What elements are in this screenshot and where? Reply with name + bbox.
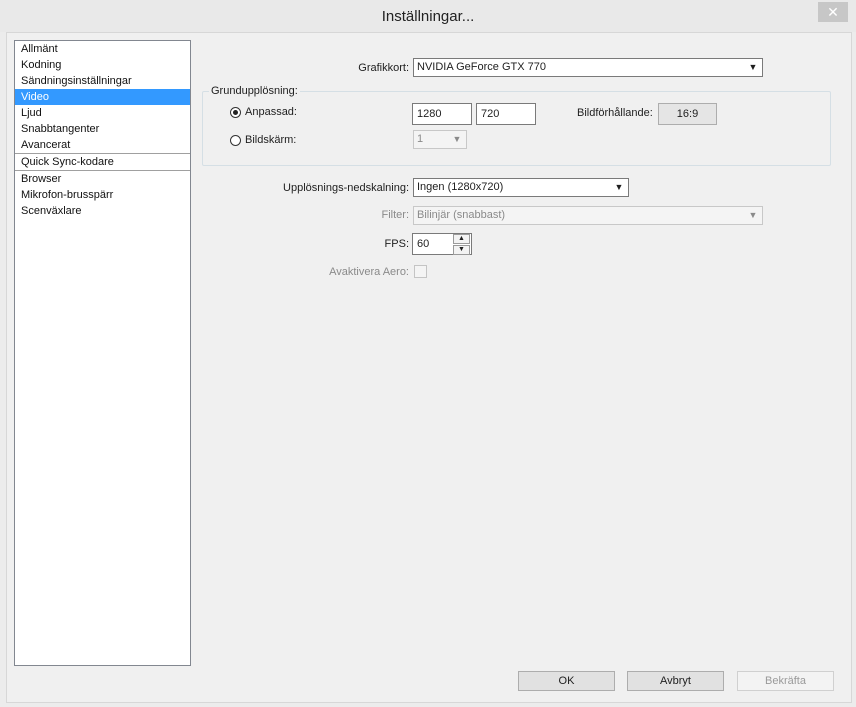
settings-category-list: Allmänt Kodning Sändningsinställningar V… xyxy=(14,40,191,666)
monitor-resolution-label: Bildskärm: xyxy=(245,134,297,146)
downscale-select-value: Ingen (1280x720) xyxy=(417,181,504,193)
spin-down-icon[interactable]: ▼ xyxy=(453,245,470,255)
nav-item-mikrofon-brusspärr[interactable]: Mikrofon-brusspärr xyxy=(15,187,190,203)
apply-button[interactable]: Bekräfta xyxy=(737,671,834,691)
monitor-resolution-radio[interactable] xyxy=(230,135,241,146)
nav-item-snabbtangenter[interactable]: Snabbtangenter xyxy=(15,121,190,137)
dialog-content: Allmänt Kodning Sändningsinställningar V… xyxy=(6,32,852,703)
cancel-button[interactable]: Avbryt xyxy=(627,671,724,691)
gpu-select-value: NVIDIA GeForce GTX 770 xyxy=(417,61,546,73)
ok-button[interactable]: OK xyxy=(518,671,615,691)
aero-checkbox[interactable] xyxy=(414,265,427,278)
height-input[interactable]: 720 xyxy=(476,103,536,125)
base-resolution-legend: Grundupplösning: xyxy=(209,85,300,97)
width-value: 1280 xyxy=(417,108,442,120)
width-input[interactable]: 1280 xyxy=(412,103,472,125)
settings-window: Inställningar... ✕ Allmänt Kodning Sändn… xyxy=(0,0,856,707)
filter-label: Filter: xyxy=(381,209,410,221)
gpu-select[interactable]: NVIDIA GeForce GTX 770 ▼ xyxy=(413,58,763,77)
chevron-down-icon: ▼ xyxy=(748,210,758,220)
custom-resolution-label: Anpassad: xyxy=(245,106,297,118)
monitor-select-value: 1 xyxy=(417,133,424,145)
gpu-label: Grafikkort: xyxy=(358,62,409,74)
chevron-down-icon: ▼ xyxy=(748,62,758,72)
window-title: Inställningar... xyxy=(381,8,475,25)
nav-item-avancerat[interactable]: Avancerat xyxy=(15,137,190,153)
aero-label: Avaktivera Aero: xyxy=(329,266,409,278)
filter-select-value: Bilinjär (snabbast) xyxy=(417,209,506,221)
monitor-select[interactable]: 1 ▼ xyxy=(413,130,467,149)
fps-label: FPS: xyxy=(384,238,409,250)
title-bar: Inställningar... ✕ xyxy=(0,0,856,32)
aspect-ratio-value: 16:9 xyxy=(658,103,717,125)
aspect-ratio-label: Bildförhållande: xyxy=(577,107,653,119)
fps-value: 60 xyxy=(417,238,430,250)
chevron-down-icon: ▼ xyxy=(614,182,624,192)
filter-select[interactable]: Bilinjär (snabbast) ▼ xyxy=(413,206,763,225)
nav-item-browser[interactable]: Browser xyxy=(15,170,190,187)
nav-item-quick-sync[interactable]: Quick Sync-kodare xyxy=(15,153,190,170)
downscale-select[interactable]: Ingen (1280x720) ▼ xyxy=(413,178,629,197)
nav-item-ljud[interactable]: Ljud xyxy=(15,105,190,121)
nav-item-sandningsinstallningar[interactable]: Sändningsinställningar xyxy=(15,73,190,89)
spin-up-icon[interactable]: ▲ xyxy=(453,234,470,244)
fps-stepper[interactable]: ▲ ▼ xyxy=(453,234,470,255)
nav-item-scenvaxlare[interactable]: Scenväxlare xyxy=(15,203,190,219)
custom-resolution-radio[interactable] xyxy=(230,107,241,118)
nav-item-video[interactable]: Video xyxy=(15,89,190,105)
nav-item-kodning[interactable]: Kodning xyxy=(15,57,190,73)
chevron-down-icon: ▼ xyxy=(452,134,462,144)
nav-item-allmant[interactable]: Allmänt xyxy=(15,41,190,57)
close-button[interactable]: ✕ xyxy=(818,2,848,22)
height-value: 720 xyxy=(481,108,500,120)
downscale-label: Upplösnings-nedskalning: xyxy=(283,182,409,194)
